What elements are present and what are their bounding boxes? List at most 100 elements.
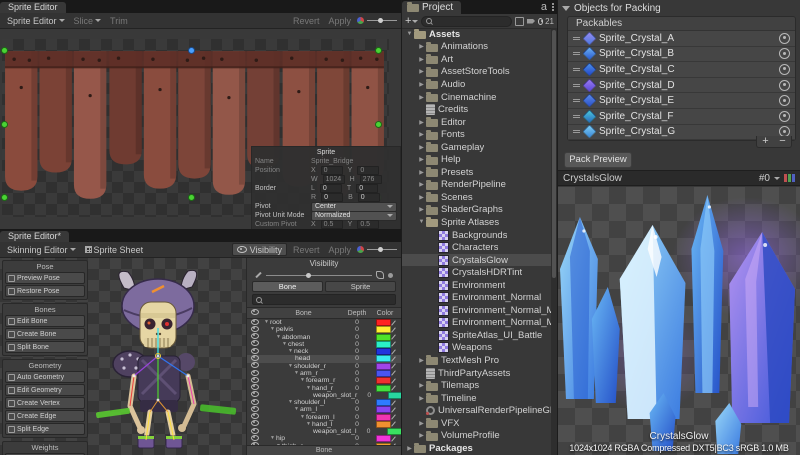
expand-arrow-icon[interactable]: ▶ — [405, 445, 414, 452]
eyedropper-icon[interactable] — [391, 364, 396, 369]
expand-arrow-icon[interactable]: ▶ — [417, 94, 426, 101]
rgb-alpha-toggle-icon[interactable] — [357, 246, 364, 253]
object-picker-icon[interactable] — [779, 33, 790, 44]
object-picker-icon[interactable] — [779, 48, 790, 59]
bone-depth-value[interactable]: 0 — [345, 399, 369, 406]
bone-depth-value[interactable]: 0 — [345, 355, 369, 362]
scrollbar-thumb[interactable] — [552, 30, 556, 278]
eyedropper-icon[interactable] — [391, 335, 396, 340]
bone-depth-value[interactable]: 0 — [345, 377, 369, 384]
eyedropper-icon[interactable] — [391, 378, 396, 383]
position-x-field[interactable]: 0 — [321, 166, 343, 175]
sprite-handle-bottom-left[interactable] — [1, 194, 8, 201]
project-item-spriteatlas-ui-battle[interactable]: SpriteAtlas_UI_Battle — [402, 329, 551, 342]
sprite-handle-mid-left[interactable] — [1, 121, 8, 128]
bone-row-weapon-slot-l[interactable]: weapon_slot_l0 — [247, 428, 401, 435]
add-packable-button[interactable]: + — [757, 136, 774, 147]
bone-column-header[interactable]: Bone — [262, 310, 345, 317]
project-item-thirdpartyassets[interactable]: ThirdPartyAssets — [402, 367, 551, 380]
zoom-slider[interactable] — [367, 249, 397, 250]
mesh-opacity-knob[interactable] — [388, 273, 393, 278]
drag-handle-icon[interactable] — [573, 52, 580, 55]
hidden-packages-count[interactable]: 21 — [538, 17, 554, 26]
packable-row-sprite-crystal-f[interactable]: Sprite_Crystal_F — [568, 109, 795, 125]
bone-color-swatch[interactable] — [376, 399, 391, 406]
project-item-environment-normal[interactable]: Environment_Normal — [402, 291, 551, 304]
packable-row-sprite-crystal-a[interactable]: Sprite_Crystal_A — [568, 31, 795, 47]
remove-packable-button[interactable]: − — [774, 136, 791, 147]
zoom-slider-thumb[interactable] — [378, 247, 383, 252]
visibility-eye-icon[interactable] — [251, 362, 259, 368]
expand-arrow-icon[interactable]: ▼ — [294, 370, 299, 377]
visibility-eye-icon[interactable] — [251, 384, 259, 390]
sprite-handle-top-center[interactable] — [188, 47, 195, 54]
bone-row-root[interactable]: ▼root0 — [247, 319, 401, 326]
bone-depth-value[interactable]: 0 — [345, 334, 369, 341]
tab-sprite[interactable]: Sprite — [325, 281, 396, 292]
create-vertex-button[interactable]: Create Vertex — [5, 397, 85, 409]
project-item-crystalsglow[interactable]: CrystalsGlow — [402, 254, 551, 267]
bone-row-shoulder-r[interactable]: ▼shoulder_r0 — [247, 363, 401, 370]
expand-arrow-icon[interactable]: ▼ — [405, 31, 414, 37]
project-item-assetstoretools[interactable]: ▶AssetStoreTools — [402, 66, 551, 79]
bone-row-neck[interactable]: ▼neck0 — [247, 348, 401, 355]
project-item-timeline[interactable]: ▶Timeline — [402, 392, 551, 405]
visibility-eye-icon[interactable] — [251, 348, 259, 354]
expand-arrow-icon[interactable]: ▼ — [300, 377, 305, 384]
packable-row-sprite-crystal-e[interactable]: Sprite_Crystal_E — [568, 93, 795, 109]
expand-arrow-icon[interactable]: ▶ — [417, 382, 426, 389]
expand-arrow-icon[interactable]: ▼ — [417, 219, 426, 225]
create-bone-button[interactable]: Create Bone — [5, 328, 85, 340]
preview-page-dropdown[interactable]: #0 — [759, 173, 770, 184]
visibility-eye-icon[interactable] — [251, 435, 259, 441]
drag-handle-icon[interactable] — [573, 68, 580, 71]
expand-arrow-icon[interactable]: ▶ — [417, 68, 426, 75]
project-item-assets[interactable]: ▼Assets — [402, 28, 551, 41]
object-picker-icon[interactable] — [779, 80, 790, 91]
expand-arrow-icon[interactable]: ▶ — [417, 43, 426, 50]
expand-arrow-icon[interactable]: ▶ — [417, 81, 426, 88]
bone-row-hand-r[interactable]: ▼hand_r0 — [247, 384, 401, 391]
visibility-eye-icon[interactable] — [251, 370, 259, 376]
eyedropper-icon[interactable] — [391, 422, 396, 427]
font-size-icon[interactable]: a — [541, 1, 547, 13]
rgb-channels-icon[interactable] — [784, 174, 795, 182]
expand-arrow-icon[interactable]: ▼ — [276, 334, 281, 341]
expand-arrow-icon[interactable]: ▼ — [270, 435, 275, 442]
project-item-tilemaps[interactable]: ▶Tilemaps — [402, 379, 551, 392]
atlas-preview-area[interactable]: CrystalsGlow 1024x1024 RGBA Compressed D… — [558, 187, 800, 455]
visibility-eye-icon[interactable] — [251, 428, 259, 434]
bone-row-weapon-slot-r[interactable]: weapon_slot_r0 — [247, 392, 401, 399]
tab-bone[interactable]: Bone — [252, 281, 323, 292]
tab-sprite-editor-dirty[interactable]: Sprite Editor* — [0, 231, 69, 242]
expand-arrow-icon[interactable]: ▶ — [417, 131, 426, 138]
bone-color-swatch[interactable] — [376, 385, 391, 392]
bone-row-forearm-l[interactable]: ▼forearm_l0 — [247, 413, 401, 420]
bone-row-arm-l[interactable]: ▼arm_l0 — [247, 406, 401, 413]
drag-handle-icon[interactable] — [573, 84, 580, 87]
drag-handle-icon[interactable] — [573, 115, 580, 118]
bone-color-swatch[interactable] — [376, 370, 391, 377]
skinning-mode-dropdown[interactable]: Skinning Editor — [4, 245, 79, 255]
bone-color-swatch[interactable] — [388, 392, 401, 399]
height-field[interactable]: 276 — [360, 175, 382, 184]
project-item-help[interactable]: ▶Help — [402, 153, 551, 166]
eyedropper-icon[interactable] — [391, 327, 396, 332]
expand-arrow-icon[interactable]: ▼ — [306, 421, 311, 428]
edit-bone-button[interactable]: Edit Bone — [5, 315, 85, 327]
expand-arrow-icon[interactable]: ▼ — [282, 341, 287, 348]
edit-geometry-button[interactable]: Edit Geometry — [5, 384, 85, 396]
visibility-eye-icon[interactable] — [251, 406, 259, 412]
drag-handle-icon[interactable] — [573, 37, 580, 40]
sprite-handle-top-left[interactable] — [1, 47, 8, 54]
search-by-label-icon[interactable] — [527, 19, 535, 24]
depth-column-header[interactable]: Depth — [345, 310, 369, 317]
project-item-packages[interactable]: ▶Packages — [402, 442, 551, 455]
eyedropper-icon[interactable] — [391, 436, 396, 441]
position-y-field[interactable]: 0 — [357, 166, 379, 175]
panel-menu-icon[interactable] — [552, 3, 554, 11]
sprite-editor-mode-dropdown[interactable]: Sprite Editor — [4, 16, 68, 26]
project-item-fonts[interactable]: ▶Fonts — [402, 128, 551, 141]
slider-thumb[interactable] — [306, 273, 311, 278]
project-item-textmesh-pro[interactable]: ▶TextMesh Pro — [402, 354, 551, 367]
